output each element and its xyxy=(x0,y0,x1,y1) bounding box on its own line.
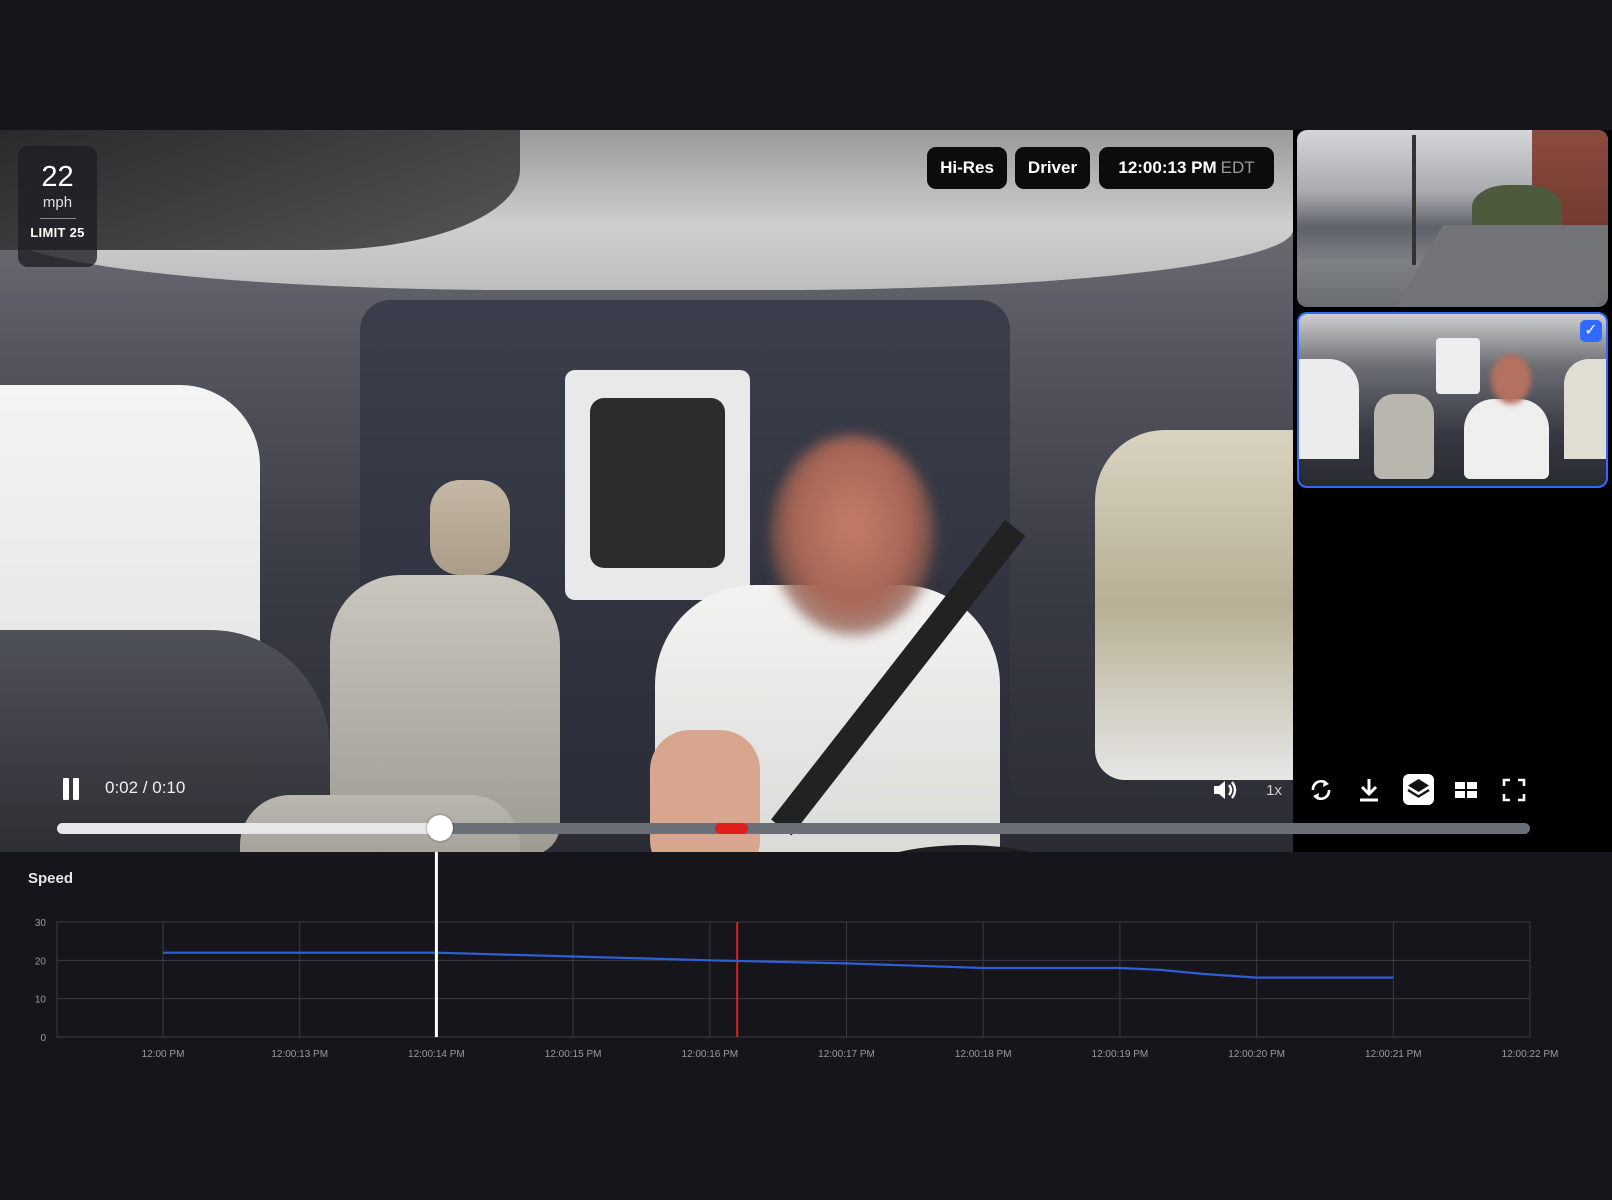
thumb-driver-face xyxy=(1491,354,1531,404)
download-icon xyxy=(1354,775,1384,805)
x-tick-label: 12:00:14 PM xyxy=(408,1049,465,1060)
playback-rate-button[interactable]: 1x xyxy=(1262,777,1286,803)
plot-frame xyxy=(57,922,1530,1037)
thumb-road xyxy=(1391,225,1608,307)
pause-icon-bar xyxy=(73,778,79,800)
driver-face-blurred xyxy=(770,435,935,635)
timestamp-timezone: EDT xyxy=(1221,158,1255,177)
top-band xyxy=(0,0,1612,130)
thumb-left-window xyxy=(1299,359,1359,459)
fullscreen-icon xyxy=(1500,776,1528,804)
x-tick-label: 12:00:16 PM xyxy=(681,1049,738,1060)
pause-icon xyxy=(63,778,69,800)
x-tick-label: 12:00:21 PM xyxy=(1365,1049,1422,1060)
pause-button[interactable] xyxy=(58,775,84,805)
speed-limit: LIMIT 25 xyxy=(18,225,97,240)
x-tick-label: 12:00:15 PM xyxy=(545,1049,602,1060)
grid-view-button[interactable] xyxy=(1452,776,1480,804)
speed-unit: mph xyxy=(18,194,97,211)
x-tick-label: 12:00:22 PM xyxy=(1502,1049,1559,1060)
thumb-seat xyxy=(1374,394,1434,479)
x-tick-label: 12:00:13 PM xyxy=(271,1049,328,1060)
y-tick-label: 0 xyxy=(40,1033,46,1044)
speed-value: 22 xyxy=(18,162,97,192)
y-tick-label: 20 xyxy=(35,956,47,967)
x-tick-label: 12:00:17 PM xyxy=(818,1049,875,1060)
scrubber-event-marker[interactable] xyxy=(715,823,747,834)
thumb-driver xyxy=(1464,399,1549,479)
hi-res-badge[interactable]: Hi-Res xyxy=(927,147,1007,189)
x-tick-label: 12:00:18 PM xyxy=(955,1049,1012,1060)
volume-button[interactable] xyxy=(1210,775,1240,805)
driver-camera-thumbnail[interactable]: ✓ xyxy=(1297,312,1608,488)
scrubber-progress xyxy=(57,823,440,834)
y-tick-label: 30 xyxy=(35,918,47,929)
speed-readout: 22 mph LIMIT 25 xyxy=(18,146,97,267)
x-tick-label: 12:00 PM xyxy=(142,1049,185,1060)
grid-view-icon xyxy=(1452,776,1480,804)
layers-icon xyxy=(1403,774,1434,805)
main-video[interactable] xyxy=(0,130,1293,852)
scrubber-handle[interactable] xyxy=(427,815,453,841)
loop-button[interactable] xyxy=(1306,775,1336,805)
x-tick-label: 12:00:19 PM xyxy=(1092,1049,1149,1060)
time-readout: 0:02 / 0:10 xyxy=(105,778,185,798)
thumb-cab-window xyxy=(1436,338,1480,394)
layers-button[interactable] xyxy=(1403,774,1434,805)
passenger-headrest xyxy=(430,480,510,575)
playback-scrubber[interactable] xyxy=(57,823,1530,834)
cab-pass-window-glass xyxy=(590,398,725,568)
speed-chart[interactable]: 0 10 20 30 12:00 PM 12:00:13 PM 12:00:14 PM 12:… xyxy=(0,852,1612,1072)
fullscreen-button[interactable] xyxy=(1500,776,1528,804)
thumb-right-window xyxy=(1564,359,1608,459)
volume-icon xyxy=(1210,775,1240,805)
timestamp-badge: 12:00:13 PM EDT xyxy=(1099,147,1274,189)
timestamp-time: 12:00:13 PM xyxy=(1118,158,1216,177)
download-button[interactable] xyxy=(1354,775,1384,805)
x-tick-label: 12:00:20 PM xyxy=(1228,1049,1285,1060)
speed-series-line xyxy=(163,953,1393,978)
speed-divider xyxy=(40,218,76,219)
selected-check-icon: ✓ xyxy=(1580,320,1602,342)
right-window xyxy=(1095,430,1293,780)
road-camera-thumbnail[interactable] xyxy=(1297,130,1608,307)
y-tick-label: 10 xyxy=(35,995,47,1006)
loop-icon xyxy=(1306,775,1336,805)
camera-label-badge: Driver xyxy=(1015,147,1090,189)
thumb-pole xyxy=(1412,135,1416,265)
